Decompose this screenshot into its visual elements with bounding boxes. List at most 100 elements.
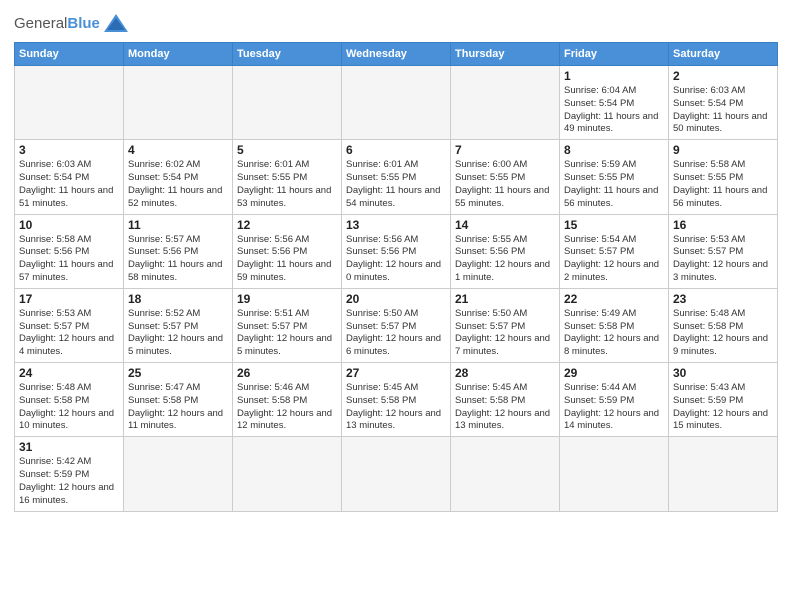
- calendar-day-cell: [342, 437, 451, 511]
- weekday-header-sunday: Sunday: [15, 43, 124, 66]
- day-info: Sunrise: 6:00 AMSunset: 5:55 PMDaylight:…: [455, 159, 555, 210]
- calendar-week-row: 24 Sunrise: 5:48 AMSunset: 5:58 PMDayligh…: [15, 363, 778, 437]
- weekday-header-saturday: Saturday: [669, 43, 778, 66]
- calendar-day-cell: 4Sunrise: 6:02 AMSunset: 5:54 PMDaylight…: [124, 140, 233, 214]
- day-info: Sunrise: 5:47 AMSunset: 5:58 PMDaylight:…: [128, 382, 228, 433]
- day-info: Sunrise: 5:50 AMSunset: 5:57 PMDaylight:…: [346, 308, 446, 359]
- day-info: Sunrise: 5:46 AMSunset: 5:58 PMDaylight:…: [237, 382, 337, 433]
- day-number: 21: [455, 292, 555, 306]
- day-info: Sunrise: 5:45 AMSunset: 5:58 PMDaylight:…: [455, 382, 555, 433]
- day-info: Sunrise: 5:44 AMSunset: 5:59 PMDaylight:…: [564, 382, 664, 433]
- day-info: Sunrise: 5:51 AMSunset: 5:57 PMDaylight:…: [237, 308, 337, 359]
- weekday-header-tuesday: Tuesday: [233, 43, 342, 66]
- day-number: 2: [673, 69, 773, 83]
- day-number: 3: [19, 143, 119, 157]
- day-info: Sunrise: 5:53 AMSunset: 5:57 PMDaylight:…: [19, 308, 119, 359]
- day-number: 7: [455, 143, 555, 157]
- day-info: Sunrise: 5:48 AMSunset: 5:58 PMDaylight:…: [19, 382, 119, 433]
- calendar-day-cell: [560, 437, 669, 511]
- logo-blue-text: Blue: [67, 15, 100, 32]
- day-info: Sunrise: 6:01 AMSunset: 5:55 PMDaylight:…: [346, 159, 446, 210]
- day-number: 13: [346, 218, 446, 232]
- logo: GeneralBlue: [14, 10, 130, 38]
- calendar-day-cell: 28 Sunrise: 5:45 AMSunset: 5:58 PMDayligh…: [451, 363, 560, 437]
- day-info: Sunrise: 5:57 AMSunset: 5:56 PMDaylight:…: [128, 234, 228, 285]
- day-number: 11: [128, 218, 228, 232]
- calendar-day-cell: 29 Sunrise: 5:44 AMSunset: 5:59 PMDayligh…: [560, 363, 669, 437]
- calendar-day-cell: 18Sunrise: 5:52 AMSunset: 5:57 PMDayligh…: [124, 288, 233, 362]
- calendar-day-cell: 7 Sunrise: 6:00 AMSunset: 5:55 PMDaylight…: [451, 140, 560, 214]
- calendar-day-cell: 12Sunrise: 5:56 AMSunset: 5:56 PMDayligh…: [233, 214, 342, 288]
- weekday-header-thursday: Thursday: [451, 43, 560, 66]
- day-info: Sunrise: 5:54 AMSunset: 5:57 PMDaylight:…: [564, 234, 664, 285]
- calendar-day-cell: 31Sunrise: 5:42 AMSunset: 5:59 PMDayligh…: [15, 437, 124, 511]
- weekday-header-wednesday: Wednesday: [342, 43, 451, 66]
- day-info: Sunrise: 5:50 AMSunset: 5:57 PMDaylight:…: [455, 308, 555, 359]
- day-info: Sunrise: 5:53 AMSunset: 5:57 PMDaylight:…: [673, 234, 773, 285]
- calendar-day-cell: 25 Sunrise: 5:47 AMSunset: 5:58 PMDayligh…: [124, 363, 233, 437]
- calendar-day-cell: 3 Sunrise: 6:03 AMSunset: 5:54 PMDaylight…: [15, 140, 124, 214]
- calendar-day-cell: 1Sunrise: 6:04 AMSunset: 5:54 PMDaylight…: [560, 66, 669, 140]
- day-number: 17: [19, 292, 119, 306]
- calendar-week-row: 17 Sunrise: 5:53 AMSunset: 5:57 PMDayligh…: [15, 288, 778, 362]
- calendar-day-cell: [451, 66, 560, 140]
- day-number: 23: [673, 292, 773, 306]
- weekday-header-monday: Monday: [124, 43, 233, 66]
- day-number: 22: [564, 292, 664, 306]
- calendar-day-cell: 2 Sunrise: 6:03 AMSunset: 5:54 PMDaylight…: [669, 66, 778, 140]
- calendar-week-row: 31Sunrise: 5:42 AMSunset: 5:59 PMDayligh…: [15, 437, 778, 511]
- day-number: 9: [673, 143, 773, 157]
- day-info: Sunrise: 6:03 AMSunset: 5:54 PMDaylight:…: [673, 85, 773, 136]
- calendar-day-cell: 5 Sunrise: 6:01 AMSunset: 5:55 PMDaylight…: [233, 140, 342, 214]
- day-number: 16: [673, 218, 773, 232]
- day-number: 19: [237, 292, 337, 306]
- calendar-day-cell: [342, 66, 451, 140]
- day-number: 26: [237, 366, 337, 380]
- day-info: Sunrise: 6:01 AMSunset: 5:55 PMDaylight:…: [237, 159, 337, 210]
- calendar-day-cell: [451, 437, 560, 511]
- calendar-day-cell: 19 Sunrise: 5:51 AMSunset: 5:57 PMDayligh…: [233, 288, 342, 362]
- calendar-day-cell: 11 Sunrise: 5:57 AMSunset: 5:56 PMDayligh…: [124, 214, 233, 288]
- day-info: Sunrise: 5:59 AMSunset: 5:55 PMDaylight:…: [564, 159, 664, 210]
- calendar-day-cell: 6 Sunrise: 6:01 AMSunset: 5:55 PMDaylight…: [342, 140, 451, 214]
- day-info: Sunrise: 5:58 AMSunset: 5:55 PMDaylight:…: [673, 159, 773, 210]
- day-number: 25: [128, 366, 228, 380]
- day-number: 27: [346, 366, 446, 380]
- day-info: Sunrise: 5:45 AMSunset: 5:58 PMDaylight:…: [346, 382, 446, 433]
- day-number: 8: [564, 143, 664, 157]
- calendar-table: SundayMondayTuesdayWednesdayThursdayFrid…: [14, 42, 778, 512]
- day-number: 31: [19, 440, 119, 454]
- calendar-day-cell: 27 Sunrise: 5:45 AMSunset: 5:58 PMDayligh…: [342, 363, 451, 437]
- logo-icon: [102, 10, 130, 38]
- calendar-day-cell: 10Sunrise: 5:58 AMSunset: 5:56 PMDayligh…: [15, 214, 124, 288]
- calendar-day-cell: [15, 66, 124, 140]
- calendar-day-cell: 9 Sunrise: 5:58 AMSunset: 5:55 PMDaylight…: [669, 140, 778, 214]
- day-number: 30: [673, 366, 773, 380]
- day-number: 12: [237, 218, 337, 232]
- calendar-day-cell: 22 Sunrise: 5:49 AMSunset: 5:58 PMDayligh…: [560, 288, 669, 362]
- calendar-day-cell: 30Sunrise: 5:43 AMSunset: 5:59 PMDayligh…: [669, 363, 778, 437]
- day-number: 24: [19, 366, 119, 380]
- day-info: Sunrise: 6:03 AMSunset: 5:54 PMDaylight:…: [19, 159, 119, 210]
- logo-text: GeneralBlue: [14, 16, 100, 33]
- day-number: 6: [346, 143, 446, 157]
- calendar-day-cell: 23 Sunrise: 5:48 AMSunset: 5:58 PMDayligh…: [669, 288, 778, 362]
- calendar-day-cell: 17 Sunrise: 5:53 AMSunset: 5:57 PMDayligh…: [15, 288, 124, 362]
- day-number: 5: [237, 143, 337, 157]
- day-info: Sunrise: 5:56 AMSunset: 5:56 PMDaylight:…: [346, 234, 446, 285]
- day-number: 4: [128, 143, 228, 157]
- day-number: 28: [455, 366, 555, 380]
- calendar-day-cell: [233, 437, 342, 511]
- calendar-day-cell: [124, 437, 233, 511]
- calendar-day-cell: 16 Sunrise: 5:53 AMSunset: 5:57 PMDayligh…: [669, 214, 778, 288]
- day-number: 29: [564, 366, 664, 380]
- day-number: 10: [19, 218, 119, 232]
- day-info: Sunrise: 5:49 AMSunset: 5:58 PMDaylight:…: [564, 308, 664, 359]
- day-number: 14: [455, 218, 555, 232]
- day-info: Sunrise: 5:48 AMSunset: 5:58 PMDaylight:…: [673, 308, 773, 359]
- weekday-header-row: SundayMondayTuesdayWednesdayThursdayFrid…: [15, 43, 778, 66]
- calendar-week-row: 3 Sunrise: 6:03 AMSunset: 5:54 PMDaylight…: [15, 140, 778, 214]
- calendar-day-cell: 15Sunrise: 5:54 AMSunset: 5:57 PMDayligh…: [560, 214, 669, 288]
- day-info: Sunrise: 6:04 AMSunset: 5:54 PMDaylight:…: [564, 85, 664, 136]
- day-info: Sunrise: 5:52 AMSunset: 5:57 PMDaylight:…: [128, 308, 228, 359]
